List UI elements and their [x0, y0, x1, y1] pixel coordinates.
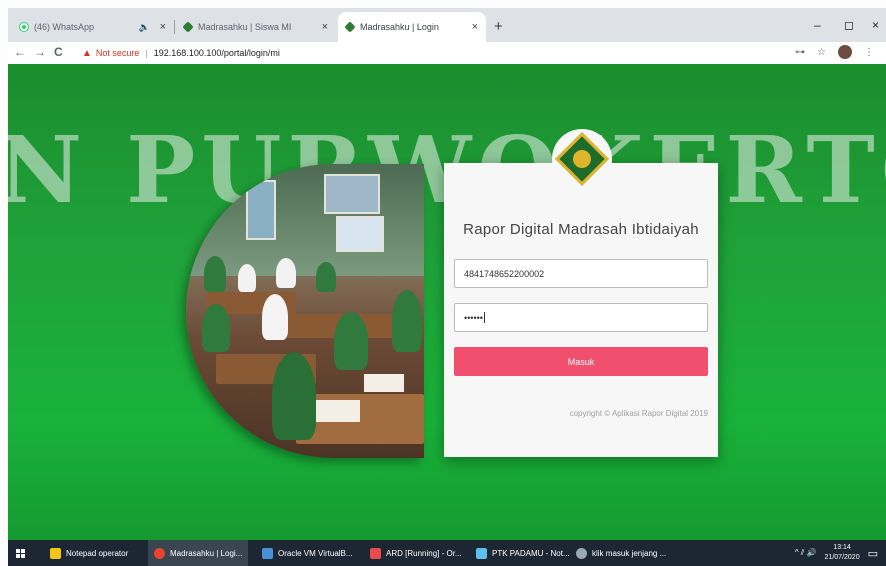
photo-student — [272, 352, 316, 440]
url-divider: | — [145, 48, 148, 58]
notepad-icon — [476, 547, 487, 559]
window-close-button[interactable]: × — [872, 18, 879, 32]
photo-student — [316, 262, 336, 292]
vm-running-icon — [370, 547, 381, 559]
profile-avatar[interactable] — [838, 45, 852, 59]
tab-siswa-mi[interactable]: Madrasahku | Siswa MI × — [176, 12, 336, 42]
photo-window — [324, 174, 380, 214]
chrome-icon — [154, 547, 165, 559]
url-text[interactable]: 192.168.100.100/portal/login/mi — [154, 48, 280, 58]
browser-tab-strip: (46) WhatsApp 🔈 × Madrasahku | Siswa MI … — [8, 8, 886, 42]
logo-emblem — [573, 150, 591, 168]
whatsapp-icon — [20, 23, 28, 31]
login-button[interactable]: Masuk — [454, 347, 708, 376]
taskbar-item[interactable]: ARD [Running] - Or... — [364, 540, 468, 566]
taskbar-item[interactable]: PTK PADAMU - Not... — [470, 540, 576, 566]
close-icon[interactable]: × — [472, 21, 478, 33]
password-field[interactable]: •••••• — [454, 303, 708, 332]
taskbar-item[interactable]: Madrasahku | Logi... — [148, 540, 249, 566]
taskbar-item-label: Oracle VM VirtualB... — [278, 548, 353, 558]
copyright-text: copyright © Aplikasi Rapor Digital 2019 — [569, 409, 708, 418]
menu-icon[interactable]: ⋮ — [864, 47, 874, 58]
logo-badge — [552, 129, 612, 189]
windows-taskbar: Notepad operator Madrasahku | Logi... Or… — [8, 540, 886, 566]
login-title: Rapor Digital Madrasah Ibtidaiyah — [463, 221, 699, 238]
address-bar-row: ← → C ▲ Not secure | 192.168.100.100/por… — [8, 42, 886, 64]
reload-button[interactable]: C — [54, 45, 63, 59]
tab-separator — [174, 20, 175, 34]
virtualbox-icon — [262, 547, 273, 559]
username-field[interactable]: 4841748652200002 — [454, 259, 708, 288]
taskbar-item-label: Madrasahku | Logi... — [170, 548, 243, 558]
tab-login[interactable]: Madrasahku | Login × — [338, 12, 486, 42]
login-card: Rapor Digital Madrasah Ibtidaiyah 484174… — [444, 129, 718, 457]
address-bar-icons: ⊶ ☆ ⋮ — [795, 45, 874, 59]
clock-date: 21/07/2020 — [824, 554, 860, 561]
back-button[interactable]: ← — [14, 45, 26, 59]
username-value: 4841748652200002 — [464, 268, 545, 279]
kemenag-icon — [344, 21, 356, 33]
taskbar-item-label: klik masuk jenjang ... — [592, 548, 667, 558]
tray-icons[interactable]: ^ ⫽ 🔊 — [795, 548, 817, 558]
photo-board — [336, 216, 384, 252]
photo-student — [238, 264, 256, 292]
photo-student — [392, 290, 422, 352]
clock-time: 13:14 — [833, 544, 851, 551]
text-cursor — [483, 312, 485, 323]
taskbar-clock[interactable]: 13:14 21/07/2020 — [825, 543, 860, 563]
tab-title: (46) WhatsApp — [34, 22, 95, 32]
tab-title: Madrasahku | Siswa MI — [198, 22, 292, 32]
photo-student — [262, 294, 288, 340]
login-page: N PURWOKERTO — [8, 64, 886, 540]
new-tab-button[interactable]: + — [494, 18, 503, 35]
key-icon[interactable]: ⊶ — [795, 47, 805, 58]
password-value: •••••• — [464, 312, 483, 323]
minimize-button[interactable]: – — [814, 18, 821, 32]
taskbar-item[interactable]: Notepad operator — [44, 540, 134, 566]
kemenag-logo-icon — [555, 132, 609, 186]
classroom-photo — [186, 164, 424, 458]
start-button[interactable] — [10, 540, 31, 566]
maximize-button[interactable]: ◻ — [844, 18, 854, 32]
forward-button[interactable]: → — [34, 45, 46, 59]
security-label[interactable]: Not secure — [96, 48, 140, 58]
tab-title: Madrasahku | Login — [360, 22, 439, 32]
photo-student — [204, 256, 226, 292]
tab-whatsapp[interactable]: (46) WhatsApp 🔈 × — [12, 12, 174, 42]
omnibox[interactable]: ▲ Not secure | 192.168.100.100/portal/lo… — [82, 44, 802, 62]
photo-door — [246, 180, 276, 240]
kemenag-icon — [182, 21, 194, 33]
photo-student — [276, 258, 296, 288]
photo-book — [316, 400, 360, 422]
screenshot-frame: (46) WhatsApp 🔈 × Madrasahku | Siswa MI … — [0, 0, 886, 566]
windows-logo-icon — [16, 548, 25, 558]
photo-book — [364, 374, 404, 392]
close-icon[interactable]: × — [160, 21, 166, 33]
taskbar-item[interactable]: Oracle VM VirtualB... — [256, 540, 359, 566]
warning-icon[interactable]: ▲ — [82, 48, 92, 59]
paint-icon — [576, 547, 587, 559]
notepad-icon — [50, 547, 61, 559]
notification-icon[interactable]: ▭ — [868, 547, 878, 560]
bookmark-star-icon[interactable]: ☆ — [817, 47, 826, 58]
taskbar-item-label: Notepad operator — [66, 548, 129, 558]
photo-student — [202, 304, 230, 352]
taskbar-item-label: ARD [Running] - Or... — [386, 548, 462, 558]
photo-student — [334, 312, 368, 370]
close-icon[interactable]: × — [322, 21, 328, 33]
speaker-icon[interactable]: 🔈 — [139, 22, 150, 33]
taskbar-item-label: PTK PADAMU - Not... — [492, 548, 570, 558]
taskbar-item[interactable]: klik masuk jenjang ... — [570, 540, 672, 566]
system-tray: ^ ⫽ 🔊 13:14 21/07/2020 ▭ — [795, 540, 878, 566]
